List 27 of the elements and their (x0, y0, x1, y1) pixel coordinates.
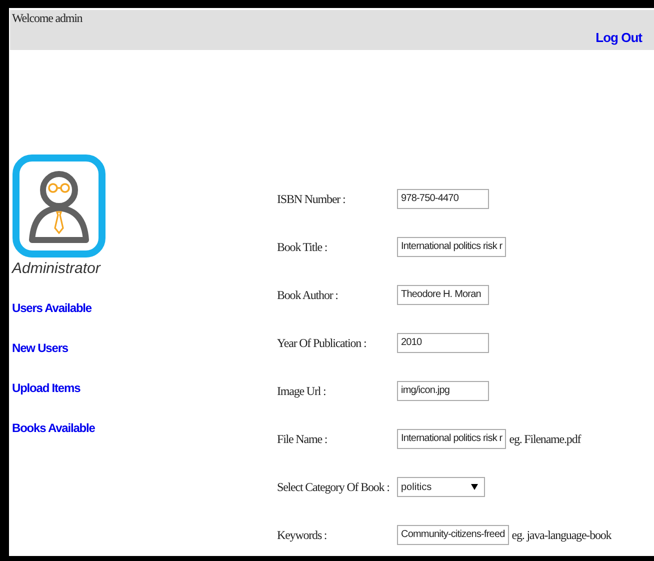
field-label: Book Author : (277, 288, 339, 302)
input-field[interactable]: Community-citizens-freed (397, 525, 509, 545)
input-field[interactable]: img/icon.jpg (397, 381, 489, 401)
role-label: Administrator (12, 260, 102, 277)
input-field[interactable]: 978-750-4470 (397, 189, 489, 209)
administrator-icon (12, 154, 106, 258)
sidebar-link[interactable]: New Users (12, 341, 68, 355)
sidebar-link[interactable]: Users Available (12, 301, 92, 315)
dropdown-caret-icon (471, 484, 478, 490)
field-label: Keywords : (277, 528, 328, 542)
welcome-text: Welcome admin (12, 11, 82, 26)
input-field[interactable]: International politics risk r (397, 237, 506, 257)
hint-text: eg. Filename.pdf (509, 432, 581, 446)
field-label: ISBN Number : (277, 192, 346, 206)
sidebar-link[interactable]: Upload Items (12, 381, 80, 395)
category-dropdown[interactable]: politics (397, 477, 485, 497)
input-field[interactable]: Theodore H. Moran (397, 285, 489, 305)
field-label: Year Of Publication : (277, 336, 368, 350)
hint-text: eg. java-language-book (512, 528, 612, 542)
field-label: Image Url : (277, 384, 327, 398)
logout-link[interactable]: Log Out (596, 30, 642, 45)
input-field[interactable]: International politics risk r (397, 429, 506, 449)
sidebar-link[interactable]: Books Available (12, 421, 95, 435)
field-label: File Name : (277, 432, 328, 446)
input-field[interactable]: 2010 (397, 333, 489, 353)
field-label: Select Category Of Book : (277, 480, 390, 494)
field-label: Book Title : (277, 240, 328, 254)
